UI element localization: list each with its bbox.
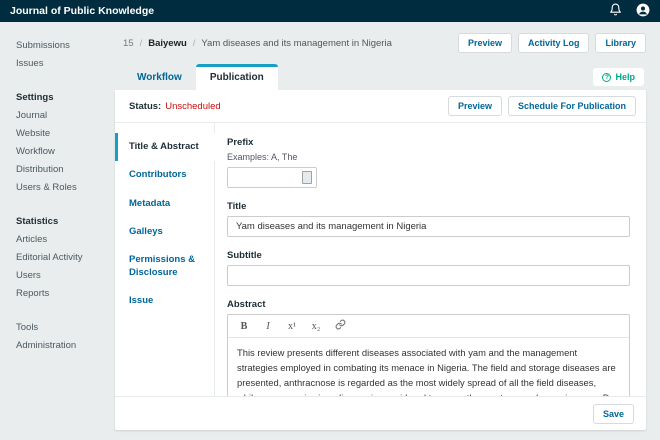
title-abstract-form: Prefix Examples: A, The Title Subtitle	[215, 123, 646, 396]
sidebar-item-reports[interactable]: Reports	[16, 284, 115, 302]
bell-icon	[609, 3, 622, 19]
subnav-metadata[interactable]: Metadata	[115, 190, 214, 218]
bold-button[interactable]: B	[234, 318, 254, 334]
sidebar-item-distribution[interactable]: Distribution	[16, 160, 115, 178]
sidebar-item-users[interactable]: Users	[16, 266, 115, 284]
workflow-publication-tabs: Workflow Publication ? Help	[123, 62, 646, 90]
superscript-button[interactable]: x¹	[282, 318, 302, 334]
sidebar-nav: Submissions Issues Settings Journal Webs…	[0, 22, 115, 440]
breadcrumb-author: Baiyewu	[148, 38, 187, 49]
breadcrumb: 15 / Baiyewu / Yam diseases and its mana…	[123, 38, 392, 49]
subnav-galleys[interactable]: Galleys	[115, 218, 214, 246]
abstract-richtext-editor: B I x¹ x₂ This review presents	[227, 314, 630, 396]
publication-panel: Status: Unscheduled Preview Schedule For…	[115, 90, 646, 430]
prefix-hint: Examples: A, The	[227, 152, 630, 162]
autofill-icon	[302, 171, 312, 184]
subnav-title-abstract[interactable]: Title & Abstract	[115, 133, 215, 161]
preview-button[interactable]: Preview	[458, 33, 512, 53]
sidebar-item-journal[interactable]: Journal	[16, 106, 115, 124]
subtitle-label: Subtitle	[227, 250, 630, 261]
abstract-label: Abstract	[227, 299, 630, 310]
title-label: Title	[227, 201, 630, 212]
sidebar-item-tools[interactable]: Tools	[16, 318, 115, 336]
sidebar-item-administration[interactable]: Administration	[16, 336, 115, 354]
subnav-issue[interactable]: Issue	[115, 287, 214, 315]
user-menu-button[interactable]	[636, 3, 650, 20]
help-icon: ?	[602, 73, 611, 82]
breadcrumb-submission-id[interactable]: 15	[123, 38, 134, 49]
subnav-contributors[interactable]: Contributors	[115, 161, 214, 189]
schedule-for-publication-button[interactable]: Schedule For Publication	[508, 96, 636, 116]
tab-publication[interactable]: Publication	[196, 64, 278, 90]
breadcrumb-separator: /	[193, 38, 196, 49]
subnav-permissions-disclosure[interactable]: Permissions & Disclosure	[115, 246, 214, 287]
sidebar-item-workflow[interactable]: Workflow	[16, 142, 115, 160]
title-input[interactable]	[227, 216, 630, 237]
top-app-bar: Journal of Public Knowledge	[0, 0, 660, 22]
sidebar-item-editorial-activity[interactable]: Editorial Activity	[16, 248, 115, 266]
sidebar-item-website[interactable]: Website	[16, 124, 115, 142]
preview-publication-button[interactable]: Preview	[448, 96, 502, 116]
sidebar-heading-statistics: Statistics	[16, 212, 115, 230]
status-label: Status:	[129, 101, 161, 112]
user-avatar-icon	[636, 3, 650, 20]
sidebar-item-users-roles[interactable]: Users & Roles	[16, 178, 115, 196]
sidebar-heading-settings: Settings	[16, 88, 115, 106]
insert-link-button[interactable]	[330, 318, 350, 334]
breadcrumb-separator: /	[140, 38, 143, 49]
journal-title: Journal of Public Knowledge	[10, 5, 154, 17]
breadcrumb-submission-title: Yam diseases and its management in Niger…	[201, 38, 391, 49]
subscript-button[interactable]: x₂	[306, 318, 326, 334]
status-value: Unscheduled	[165, 101, 220, 112]
italic-button[interactable]: I	[258, 318, 278, 334]
sidebar-item-issues[interactable]: Issues	[16, 54, 115, 72]
link-icon	[335, 319, 346, 333]
help-button[interactable]: ? Help	[593, 68, 644, 86]
prefix-label: Prefix	[227, 137, 630, 148]
activity-log-button[interactable]: Activity Log	[518, 33, 590, 53]
help-label: Help	[615, 72, 635, 82]
publication-subnav: Title & Abstract Contributors Metadata G…	[115, 123, 215, 396]
abstract-toolbar: B I x¹ x₂	[228, 315, 629, 338]
sidebar-item-articles[interactable]: Articles	[16, 230, 115, 248]
abstract-text[interactable]: This review presents different diseases …	[228, 338, 629, 396]
notifications-button[interactable]	[609, 3, 622, 19]
save-button[interactable]: Save	[593, 404, 634, 424]
subtitle-input[interactable]	[227, 265, 630, 286]
tab-workflow[interactable]: Workflow	[123, 65, 196, 90]
library-button[interactable]: Library	[595, 33, 646, 53]
sidebar-item-submissions[interactable]: Submissions	[16, 36, 115, 54]
